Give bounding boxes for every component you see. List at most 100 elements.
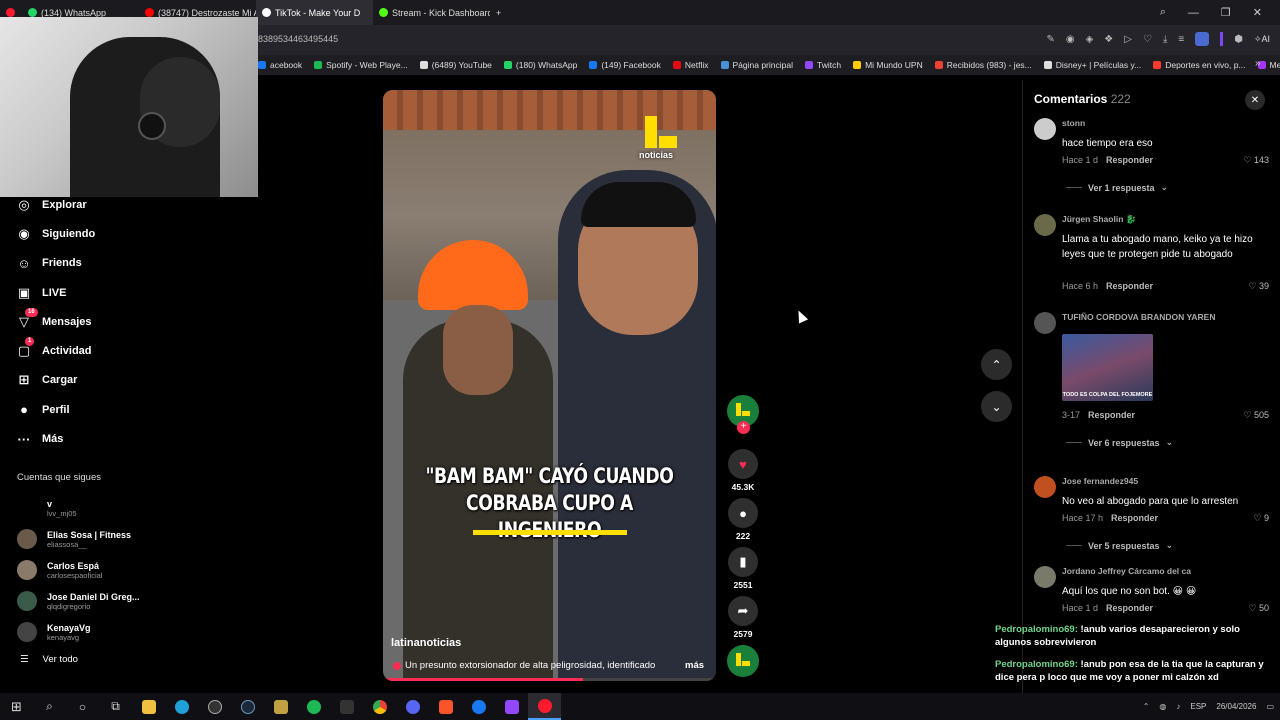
like-button[interactable]: ♥: [728, 449, 758, 479]
ai-button[interactable]: ✧AI: [1254, 34, 1270, 45]
sidebar-item-ms[interactable]: ··· Más: [0, 424, 160, 453]
edit-icon[interactable]: ✎: [1046, 34, 1054, 45]
volume-icon[interactable]: ♪: [1176, 702, 1180, 711]
sidebar-item-mensajes[interactable]: ▽ 16 Mensajes: [0, 307, 160, 336]
play-icon[interactable]: ▷: [1124, 34, 1132, 45]
sidebar-item-siguiendo[interactable]: ◉ Siguiendo: [0, 219, 160, 248]
twitch-button[interactable]: [495, 693, 528, 720]
sound-disc[interactable]: [727, 645, 759, 677]
profile-icon[interactable]: [1195, 32, 1210, 46]
avatar[interactable]: [1034, 312, 1056, 334]
url-field[interactable]: 8389534463495445: [258, 34, 338, 44]
extension-icon[interactable]: [1220, 32, 1224, 46]
reply-button[interactable]: Responder: [1106, 603, 1153, 613]
sidebar-item-perfil[interactable]: ● Perfil: [0, 395, 160, 424]
chrome-button[interactable]: [363, 693, 396, 720]
more-button[interactable]: más: [685, 660, 704, 671]
language-indicator[interactable]: ESP: [1190, 702, 1206, 711]
comment-image[interactable]: TODO ES COLPA DEL FOJEMORE: [1062, 334, 1153, 401]
comment-like-button[interactable]: ♡ 505: [1243, 410, 1269, 421]
steam-button[interactable]: [231, 693, 264, 720]
sidebar-item-live[interactable]: ▣ LIVE: [0, 278, 160, 307]
obs-button[interactable]: [198, 693, 231, 720]
bookmarks-overflow-icon[interactable]: »: [1255, 58, 1261, 69]
heart-icon[interactable]: ♡: [1143, 34, 1152, 45]
brave-button[interactable]: [429, 693, 462, 720]
bookmark-item[interactable]: Spotify - Web Playe...: [314, 60, 408, 70]
reply-button[interactable]: Responder: [1111, 513, 1158, 523]
browser-tab[interactable]: TikTok - Make Your D: [256, 0, 373, 25]
bookmark-item[interactable]: Twitch: [804, 60, 841, 70]
download-icon[interactable]: ⤓: [1163, 34, 1167, 45]
avatar[interactable]: [1034, 214, 1056, 236]
comment-like-button[interactable]: ♡ 9: [1253, 513, 1269, 524]
cortana-button[interactable]: ○: [66, 693, 99, 720]
video-account[interactable]: latinanoticias: [391, 637, 461, 649]
explorer-button[interactable]: [132, 693, 165, 720]
sidebar-item-cargar[interactable]: ⊞ Cargar: [0, 366, 160, 395]
reply-button[interactable]: Responder: [1106, 155, 1153, 165]
comment-username[interactable]: stonn: [1062, 118, 1085, 128]
comment-like-button[interactable]: ♡ 50: [1248, 603, 1269, 614]
camera-icon[interactable]: ◉: [1066, 34, 1075, 45]
followed-account[interactable]: KenayaVg kenayavg: [0, 617, 160, 648]
bookmark-item[interactable]: Deportes en vivo, p...: [1153, 60, 1246, 70]
share-button[interactable]: ➦: [728, 596, 758, 626]
view-replies-button[interactable]: Ver 1 respuesta ⌄: [1066, 182, 1168, 193]
tray-arrow-icon[interactable]: ⌃: [1143, 702, 1150, 711]
edge-button[interactable]: [165, 693, 198, 720]
bookmark-item[interactable]: Recibidos (983) - jes...: [934, 60, 1032, 70]
app-button[interactable]: [264, 693, 297, 720]
extensions-icon[interactable]: ⬢: [1234, 34, 1243, 45]
bookmark-item[interactable]: Página principal: [720, 60, 793, 70]
comment-username[interactable]: Jordano Jeffrey Cárcamo del ca: [1062, 566, 1191, 576]
previous-video-button[interactable]: ⌃: [981, 349, 1012, 380]
video-progress[interactable]: [383, 678, 716, 681]
task-view-button[interactable]: ⧉: [99, 693, 132, 720]
browser-tab[interactable]: Stream - Kick Dashboard: [373, 0, 490, 25]
bookmark-item[interactable]: Mi Mundo UPN: [853, 60, 923, 70]
minimize-icon[interactable]: —: [1188, 7, 1199, 19]
epic-button[interactable]: [330, 693, 363, 720]
search-button[interactable]: ⌕: [33, 693, 66, 720]
comment-username[interactable]: Jose fernandez945: [1062, 476, 1138, 486]
avatar[interactable]: [1034, 476, 1056, 498]
sidebar-item-friends[interactable]: ☺ Friends: [0, 249, 160, 278]
reply-button[interactable]: Responder: [1106, 281, 1153, 291]
search-icon[interactable]: ⌕: [1160, 6, 1166, 19]
discord-button[interactable]: [396, 693, 429, 720]
menu-icon[interactable]: ≡: [1178, 34, 1184, 45]
facebook-button[interactable]: [462, 693, 495, 720]
comment-username[interactable]: Jürgen Shaolin 🐉: [1062, 214, 1136, 225]
next-video-button[interactable]: ⌄: [981, 391, 1012, 422]
notifications-icon[interactable]: ▭: [1266, 702, 1274, 711]
new-tab-button[interactable]: +: [490, 0, 510, 25]
comment-username[interactable]: TUFIÑO CORDOVA BRANDON YAREN: [1062, 312, 1215, 322]
wallet-icon[interactable]: ❖: [1104, 34, 1113, 45]
followed-account[interactable]: v lvv_mj05: [0, 493, 160, 524]
bookmark-item[interactable]: Disney+ | Películas y...: [1043, 60, 1141, 70]
save-button[interactable]: ▮: [728, 547, 758, 577]
close-icon[interactable]: ✕: [1253, 6, 1262, 19]
view-replies-button[interactable]: Ver 6 respuestas ⌄: [1066, 437, 1173, 448]
see-all-button[interactable]: ☰ Ver todo: [0, 654, 160, 665]
bookmark-item[interactable]: acebook: [258, 60, 302, 70]
bookmark-item[interactable]: (6489) YouTube: [419, 60, 492, 70]
view-replies-button[interactable]: Ver 5 respuestas ⌄: [1066, 540, 1173, 551]
followed-account[interactable]: Elias Sosa | Fitness eliassosa__: [0, 524, 160, 555]
comment-like-button[interactable]: ♡ 39: [1248, 281, 1269, 292]
creator-avatar[interactable]: +: [727, 395, 759, 434]
close-comments-button[interactable]: ✕: [1245, 90, 1265, 110]
spotify-button[interactable]: [297, 693, 330, 720]
video-player[interactable]: noticias "BAM BAM" CAYÓ CUANDO COBRABA C…: [383, 90, 716, 681]
avatar[interactable]: [1034, 118, 1056, 140]
shield-icon[interactable]: ◈: [1086, 34, 1094, 45]
reply-button[interactable]: Responder: [1088, 410, 1135, 420]
follow-plus-icon[interactable]: +: [737, 421, 750, 434]
clock[interactable]: 26/04/2026: [1216, 702, 1256, 712]
bookmark-item[interactable]: Netflix: [672, 60, 709, 70]
comment-like-button[interactable]: ♡ 143: [1243, 155, 1269, 166]
followed-account[interactable]: Carlos Espá carlosespaoficial: [0, 555, 160, 586]
network-icon[interactable]: ◍: [1159, 702, 1166, 711]
opera-button[interactable]: [528, 693, 561, 720]
